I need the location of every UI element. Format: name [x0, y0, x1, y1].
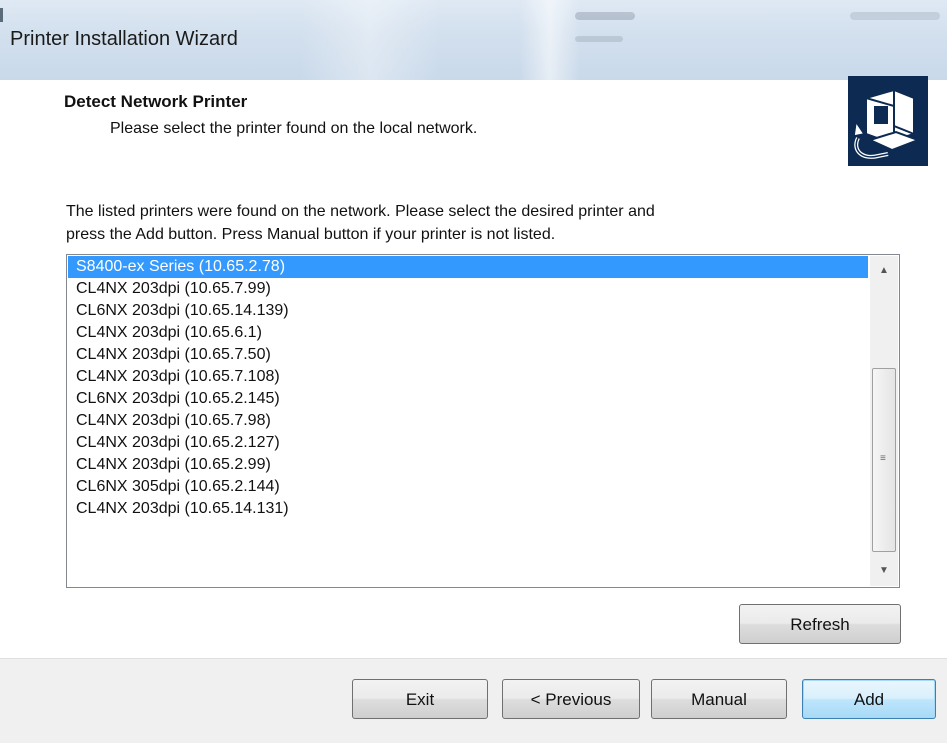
printer-list-item[interactable]: CL4NX 203dpi (10.65.6.1) [68, 322, 868, 344]
add-button[interactable]: Add [802, 679, 936, 719]
page-subtitle: Please select the printer found on the l… [110, 120, 478, 137]
wizard-window: Printer Installation Wizard Detect Netwo… [0, 0, 947, 743]
titlebar-background-blur [575, 36, 623, 42]
scroll-down-arrow-icon[interactable]: ▼ [870, 556, 898, 586]
printer-list-item[interactable]: CL4NX 203dpi (10.65.2.127) [68, 432, 868, 454]
printer-list-item[interactable]: CL6NX 203dpi (10.65.14.139) [68, 300, 868, 322]
titlebar-glass-highlight [300, 0, 440, 80]
titlebar-background-blur [575, 12, 635, 20]
titlebar-glass-highlight [520, 0, 580, 80]
exit-button[interactable]: Exit [352, 679, 488, 719]
instructions-text: The listed printers were found on the ne… [66, 200, 866, 246]
vertical-scrollbar[interactable]: ▲ ≡ ▼ [870, 256, 898, 586]
scrollbar-grip-icon: ≡ [880, 453, 886, 464]
instructions-line: The listed printers were found on the ne… [66, 203, 655, 220]
printer-list-item[interactable]: CL4NX 203dpi (10.65.14.131) [68, 498, 868, 520]
title-bar[interactable]: Printer Installation Wizard [0, 0, 947, 80]
window-title: Printer Installation Wizard [10, 28, 238, 50]
scrollbar-thumb[interactable]: ≡ [872, 368, 896, 552]
titlebar-background-blur [850, 12, 940, 20]
printer-list-item[interactable]: CL4NX 203dpi (10.65.7.108) [68, 366, 868, 388]
printer-list-item[interactable]: S8400-ex Series (10.65.2.78) [68, 256, 868, 278]
manual-button[interactable]: Manual [651, 679, 787, 719]
refresh-button[interactable]: Refresh [739, 604, 901, 644]
printer-list-item[interactable]: CL6NX 305dpi (10.65.2.144) [68, 476, 868, 498]
previous-button[interactable]: < Previous [502, 679, 640, 719]
scroll-up-arrow-icon[interactable]: ▲ [870, 256, 898, 286]
page-title: Detect Network Printer [64, 92, 248, 111]
window-frame-corner [0, 8, 3, 22]
printer-list-item[interactable]: CL4NX 203dpi (10.65.2.99) [68, 454, 868, 476]
printer-wizard-icon [848, 76, 928, 166]
printer-list-items: S8400-ex Series (10.65.2.78) CL4NX 203dpi… [68, 256, 868, 520]
printer-list-item[interactable]: CL4NX 203dpi (10.65.7.50) [68, 344, 868, 366]
printer-list-item[interactable]: CL6NX 203dpi (10.65.2.145) [68, 388, 868, 410]
instructions-line: press the Add button. Press Manual butto… [66, 226, 556, 243]
printer-list-item[interactable]: CL4NX 203dpi (10.65.7.98) [68, 410, 868, 432]
printer-list-item[interactable]: CL4NX 203dpi (10.65.7.99) [68, 278, 868, 300]
printer-listbox[interactable]: S8400-ex Series (10.65.2.78) CL4NX 203dpi… [66, 254, 900, 588]
